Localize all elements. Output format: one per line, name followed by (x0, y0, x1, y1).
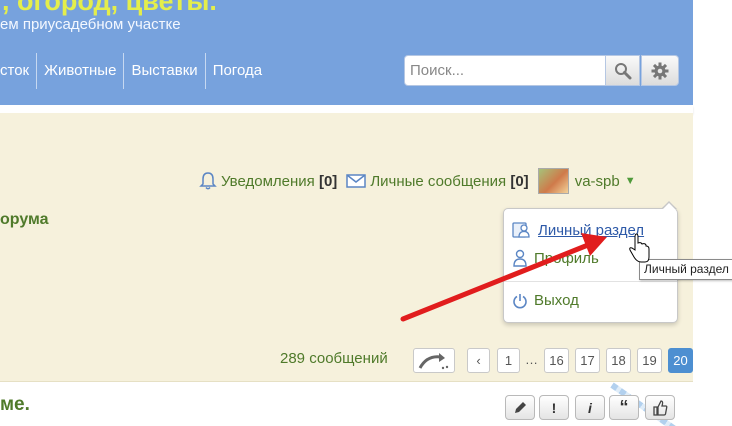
username: va-spb (574, 172, 620, 190)
messages-link[interactable]: Личные сообщения [0] (346, 172, 529, 190)
page-1[interactable]: 1 (497, 348, 520, 373)
dropdown-pointer-fill (662, 203, 676, 210)
post-title: ме. (0, 394, 30, 415)
messages-label: Личные сообщения (370, 172, 507, 190)
site-header: , огород, цветы. ем приусадебном участке… (0, 0, 693, 105)
nav-item-weather[interactable]: Погода (204, 53, 269, 89)
personal-section-icon (512, 221, 532, 239)
site-title: , огород, цветы. (2, 0, 217, 16)
page-17[interactable]: 17 (575, 348, 600, 373)
like-post-button[interactable] (645, 395, 675, 420)
menu-item-logout[interactable]: Выход (512, 292, 579, 309)
tooltip: Личный раздел (639, 259, 732, 280)
notifications-link[interactable]: Уведомления [0] (199, 171, 337, 191)
menu-item-label: Выход (534, 292, 579, 309)
notifications-count: [0] (318, 172, 338, 190)
menu-item-label: Профиль (534, 249, 599, 267)
page-19[interactable]: 19 (637, 348, 662, 373)
menu-item-profile[interactable]: Профиль (512, 249, 599, 267)
quote-post-button[interactable]: “ (609, 395, 639, 420)
user-menu-toggle[interactable]: va-spb ▼ (537, 168, 636, 194)
page-20-current[interactable]: 20 (668, 348, 693, 373)
nav-item-stock[interactable]: сток (0, 53, 36, 89)
search-options-button[interactable] (641, 55, 679, 86)
user-profile-icon (512, 249, 528, 267)
caret-down-icon: ▼ (624, 175, 636, 187)
jump-arrow-icon (418, 352, 449, 369)
nav-item-animals[interactable]: Животные (36, 53, 123, 89)
edit-icon (515, 401, 526, 413)
jump-to-page-button[interactable] (413, 348, 455, 373)
header-strip (0, 105, 693, 113)
page-16[interactable]: 16 (544, 348, 569, 373)
menu-item-personal-section[interactable]: Личный раздел (512, 221, 644, 239)
envelope-icon (346, 173, 367, 189)
posts-count: 289 сообщений (280, 350, 388, 367)
page-18[interactable]: 18 (606, 348, 631, 373)
forum-heading-fragment: орума (0, 211, 49, 228)
info-post-button[interactable]: i (575, 395, 605, 420)
nav-item-exhibitions[interactable]: Выставки (123, 53, 204, 89)
prev-page-button[interactable]: ‹ (467, 348, 490, 373)
notifications-label: Уведомления (221, 172, 315, 190)
messages-count: [0] (510, 172, 529, 190)
search-button[interactable] (605, 55, 640, 86)
menu-item-label: Личный раздел (538, 221, 645, 239)
power-icon (512, 293, 528, 309)
search-box (404, 55, 606, 86)
search-icon (614, 62, 631, 79)
avatar (537, 168, 569, 194)
bell-icon (199, 171, 217, 191)
site-subtitle: ем приусадебном участке (0, 16, 181, 33)
edit-post-button[interactable] (505, 395, 535, 420)
pagination-ellipsis: … (525, 352, 538, 367)
gear-icon (651, 62, 669, 79)
report-post-button[interactable]: ! (539, 395, 569, 420)
menu-divider (504, 281, 677, 282)
main-nav: сток Животные Выставки Погода (0, 53, 269, 89)
user-bar: Уведомления [0] Личные сообщения [0] va-… (199, 168, 636, 194)
search-input[interactable] (405, 56, 605, 85)
thumbs-up-icon (653, 399, 668, 416)
